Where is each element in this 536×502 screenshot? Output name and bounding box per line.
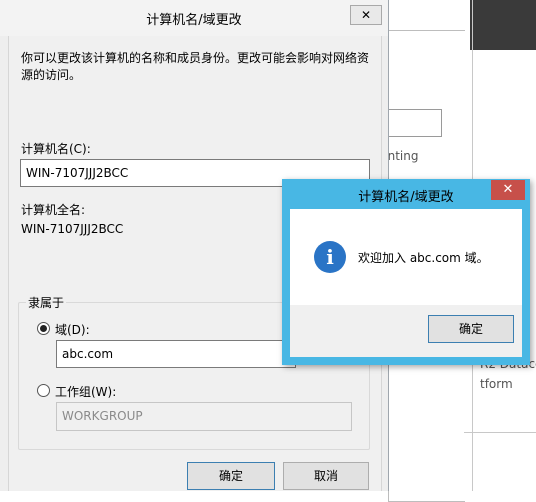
dialog-title: 计算机名/域更改 (146, 13, 242, 28)
dialog-description: 你可以更改该计算机的名称和成员身份。更改可能会影响对网络资源的访问。 (21, 51, 370, 82)
full-name-value: WIN-7107JJJ2BCC (21, 222, 124, 236)
dialog-titlebar: 计算机名/域更改 ✕ (0, 0, 388, 36)
welcome-message: 欢迎加入 abc.com 域。 (358, 251, 489, 265)
background-text-3: tform (480, 377, 513, 391)
background-input[interactable] (380, 109, 442, 137)
ok-button[interactable]: 确定 (187, 462, 275, 490)
domain-label[interactable]: 域(D): (55, 321, 90, 338)
full-name-label: 计算机全名: (21, 203, 86, 217)
message-box-body: i 欢迎加入 abc.com 域。 确定 (290, 209, 522, 357)
message-ok-button[interactable]: 确定 (428, 315, 514, 343)
background-window-titlebar (470, 0, 536, 50)
message-area: i 欢迎加入 abc.com 域。 (290, 209, 522, 305)
computer-name-label: 计算机名(C): (21, 142, 91, 156)
workgroup-input[interactable]: WORKGROUP (56, 402, 352, 431)
member-of-label: 隶属于 (26, 294, 67, 311)
close-icon[interactable]: ✕ (350, 5, 382, 25)
workgroup-label[interactable]: 工作组(W): (55, 383, 116, 400)
cancel-button[interactable]: 取消 (283, 462, 369, 490)
workgroup-radio[interactable] (37, 384, 50, 397)
close-icon[interactable]: ✕ (491, 180, 525, 200)
background-separator (464, 432, 536, 433)
info-icon: i (314, 241, 346, 273)
welcome-message-box: 计算机名/域更改 ✕ i 欢迎加入 abc.com 域。 确定 (282, 179, 530, 365)
domain-input[interactable]: abc.com (56, 340, 296, 368)
domain-radio[interactable] (37, 322, 50, 335)
